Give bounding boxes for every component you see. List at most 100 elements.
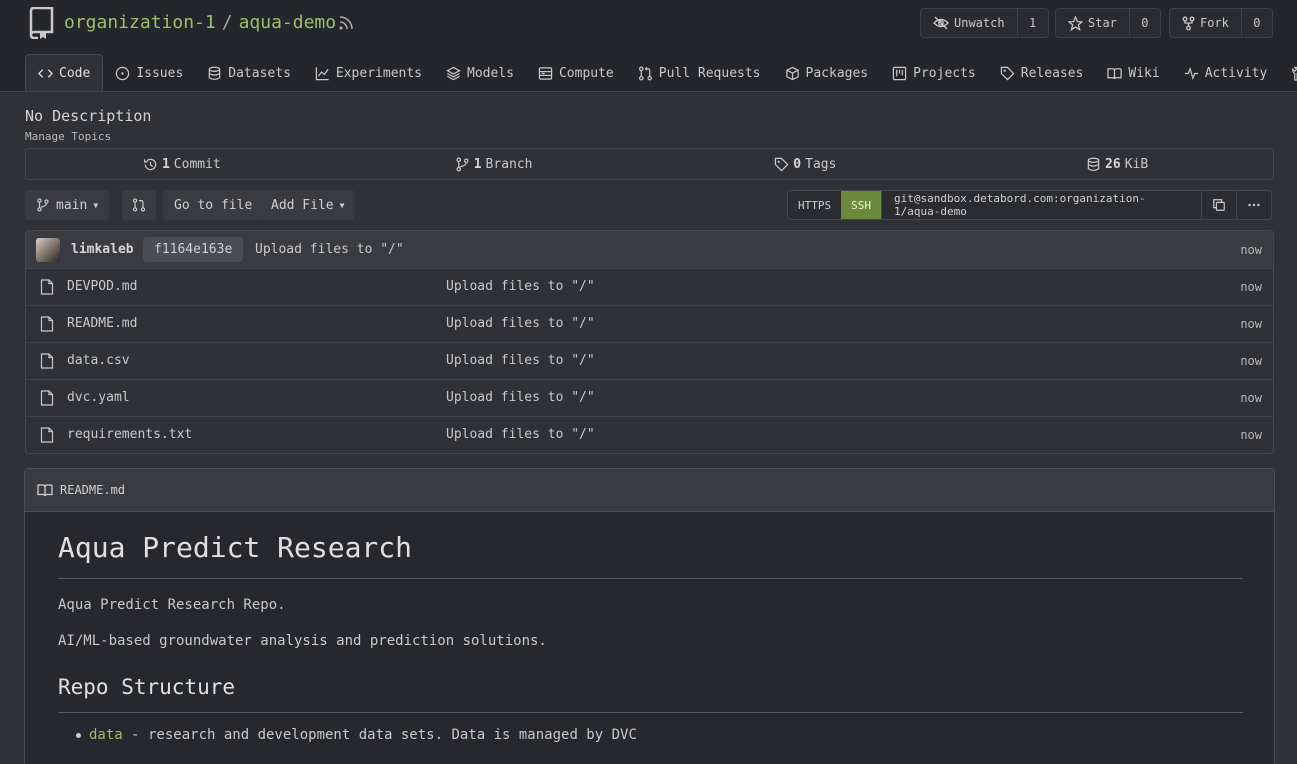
readme-section-heading: Repo Structure — [58, 675, 1243, 713]
repo-name-link[interactable]: aqua-demo — [239, 12, 337, 33]
issue-icon — [116, 66, 130, 80]
tools-icon — [1292, 66, 1297, 81]
tab-label: Pull Requests — [658, 65, 761, 81]
tags-stat[interactable]: 0 Tags — [650, 149, 962, 179]
file-name-link[interactable]: requirements.txt — [67, 427, 192, 442]
https-button[interactable]: HTTPS — [788, 191, 842, 219]
stack-icon — [446, 66, 461, 80]
file-name-link[interactable]: data.csv — [67, 353, 130, 368]
tab-models[interactable]: Models — [434, 54, 526, 92]
latest-commit-row: limkaleb f1164e163e Upload files to "/" … — [26, 231, 1273, 269]
stars-count[interactable]: 0 — [1130, 9, 1160, 37]
file-commit-message-link[interactable]: Upload files to "/" — [446, 427, 595, 442]
tab-label: Experiments — [335, 65, 422, 81]
file-name-link[interactable]: dvc.yaml — [67, 390, 130, 405]
pull-request-icon — [132, 198, 146, 212]
readme-content: Aqua Predict Research Aqua Predict Resea… — [58, 531, 1243, 743]
commits-stat[interactable]: 1 Commit — [26, 149, 338, 179]
tab-datasets[interactable]: Datasets — [195, 54, 303, 92]
file-commit-message-link[interactable]: Upload files to "/" — [446, 390, 595, 405]
file-commit-message-link[interactable]: Upload files to "/" — [446, 279, 595, 294]
star-group: Star 0 — [1055, 8, 1161, 38]
star-button[interactable]: Star — [1056, 9, 1130, 37]
tab-packages[interactable]: Packages — [773, 54, 881, 92]
readme-paragraph: Aqua Predict Research Repo. — [58, 597, 286, 613]
tab-projects[interactable]: Projects — [880, 54, 988, 92]
copy-button[interactable] — [1201, 191, 1236, 219]
repo-owner-link[interactable]: organization-1 — [64, 12, 216, 33]
unwatch-label: Unwatch — [954, 16, 1005, 30]
commit-sha-link[interactable]: f1164e163e — [143, 237, 244, 262]
tab-settings[interactable]: Se — [1279, 54, 1297, 92]
tab-wiki[interactable]: Wiki — [1095, 54, 1171, 92]
rss-icon[interactable] — [337, 14, 355, 32]
branches-stat[interactable]: 1 Branch — [338, 149, 650, 179]
file-commit-time: now — [1240, 428, 1262, 442]
tab-compute[interactable]: Compute — [526, 54, 626, 92]
fork-button[interactable]: Fork — [1170, 9, 1242, 37]
clone-url-input[interactable]: git@sandbox.detabord.com:organization-1/… — [881, 191, 1201, 219]
branch-name: main — [56, 197, 88, 213]
size-label: KiB — [1124, 156, 1149, 172]
tab-issues[interactable]: Issues — [103, 54, 195, 92]
file-icon — [40, 279, 54, 295]
fork-label: Fork — [1200, 16, 1229, 30]
tab-releases[interactable]: Releases — [988, 54, 1096, 92]
tab-label: Compute — [558, 65, 614, 81]
add-file-button[interactable]: Add File ▼ — [260, 190, 356, 220]
watchers-count[interactable]: 1 — [1018, 9, 1048, 37]
readme-title: Aqua Predict Research — [58, 531, 1243, 579]
repo-tabs: Code Issues Datasets Experiments Models … — [25, 54, 1297, 92]
branch-selector[interactable]: main ▼ — [25, 190, 110, 220]
more-button[interactable] — [1236, 191, 1271, 219]
code-icon — [38, 69, 53, 78]
forks-count[interactable]: 0 — [1242, 9, 1272, 37]
clone-panel: HTTPS SSH git@sandbox.detabord.com:organ… — [787, 190, 1272, 220]
project-icon — [892, 66, 907, 80]
file-commit-time: now — [1240, 354, 1262, 368]
go-to-file-label: Go to file — [174, 197, 253, 213]
package-icon — [785, 66, 799, 80]
tab-label: Packages — [805, 65, 869, 81]
size-count: 26 — [1105, 156, 1121, 172]
file-row: README.md Upload files to "/" now — [26, 306, 1273, 343]
tab-experiments[interactable]: Experiments — [303, 54, 434, 92]
readme-header: README.md — [25, 469, 1274, 512]
avatar[interactable] — [36, 238, 60, 262]
star-icon — [1068, 15, 1083, 31]
tab-label: Datasets — [228, 65, 291, 81]
tab-label: Activity — [1204, 65, 1268, 81]
file-row: requirements.txt Upload files to "/" now — [26, 417, 1273, 453]
server-icon — [538, 66, 553, 80]
readme-filename[interactable]: README.md — [60, 483, 125, 497]
add-file-label: Add File — [271, 197, 334, 213]
ssh-button[interactable]: SSH — [841, 191, 881, 219]
file-row: data.csv Upload files to "/" now — [26, 343, 1273, 380]
tab-code[interactable]: Code — [25, 54, 104, 92]
file-commit-message-link[interactable]: Upload files to "/" — [446, 316, 595, 331]
tab-pull-requests[interactable]: Pull Requests — [626, 54, 773, 92]
tab-label: Code — [59, 66, 91, 81]
book-icon — [37, 484, 53, 497]
manage-topics-link[interactable]: Manage Topics — [25, 130, 111, 143]
file-name-link[interactable]: DEVPOD.md — [67, 279, 137, 294]
tab-label: Models — [467, 65, 514, 81]
commit-message-link[interactable]: Upload files to "/" — [255, 242, 404, 257]
go-to-file-button[interactable]: Go to file — [163, 190, 264, 220]
tab-activity[interactable]: Activity — [1172, 54, 1280, 92]
database-icon — [1087, 157, 1100, 171]
tab-label: Projects — [913, 65, 976, 81]
file-commit-message-link[interactable]: Upload files to "/" — [446, 353, 595, 368]
file-name-link[interactable]: README.md — [67, 316, 137, 331]
eye-slash-icon — [933, 16, 949, 30]
file-icon — [40, 353, 54, 369]
list-item-text: - research and development data sets. Da… — [122, 727, 637, 743]
chevron-down-icon: ▼ — [339, 200, 345, 210]
fork-icon — [1182, 16, 1195, 30]
repo-stats-bar: 1 Commit 1 Branch 0 Tags 26 KiB — [25, 148, 1274, 180]
tag-icon — [775, 157, 789, 171]
unwatch-button[interactable]: Unwatch — [921, 9, 1018, 37]
compare-button[interactable] — [122, 190, 156, 220]
data-link[interactable]: data — [89, 727, 123, 743]
commit-author-link[interactable]: limkaleb — [71, 242, 134, 257]
